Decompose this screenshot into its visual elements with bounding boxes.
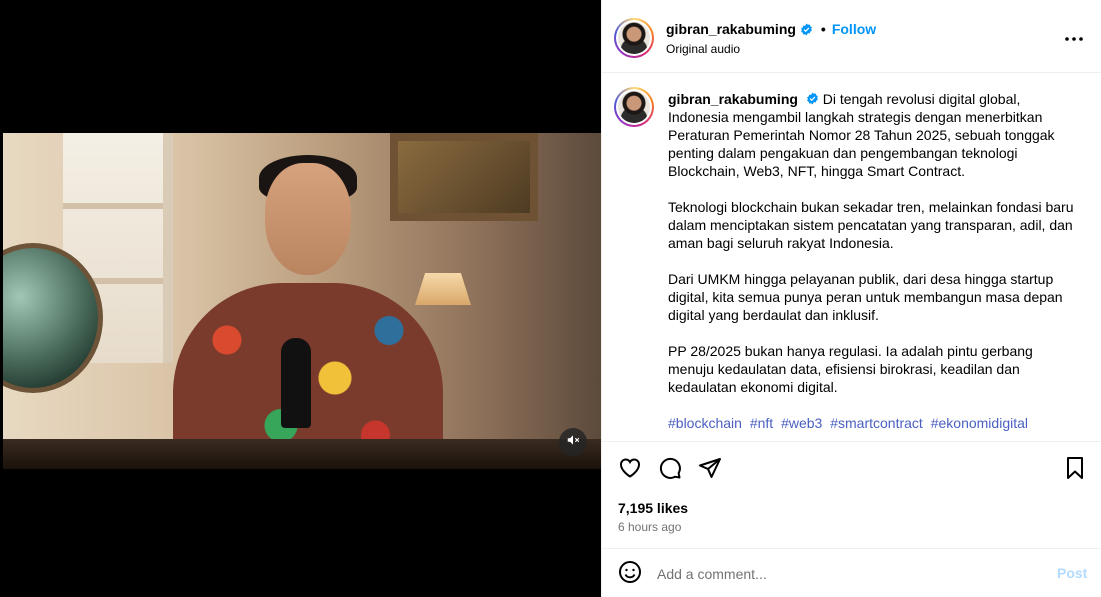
- mute-toggle-button[interactable]: [559, 428, 587, 456]
- username-link[interactable]: gibran_rakabuming: [666, 21, 796, 37]
- caption-paragraph: PP 28/2025 bukan hanya regulasi. Ia adal…: [668, 343, 1033, 395]
- bookmark-icon: [1064, 456, 1086, 485]
- share-button[interactable]: [697, 457, 723, 483]
- hashtag-link[interactable]: #smartcontract: [830, 415, 923, 431]
- like-button[interactable]: [617, 457, 643, 483]
- video-player[interactable]: [3, 133, 601, 469]
- likes-count[interactable]: 7,195 likes: [618, 500, 688, 516]
- caption-paragraph: gibran_rakabuming Di tengah revolusi dig…: [668, 90, 1078, 180]
- caption-paragraph: Teknologi blockchain bukan sekadar tren,…: [668, 199, 1074, 251]
- post-side-panel: gibran_rakabuming • Follow Original audi…: [601, 0, 1101, 597]
- caption-username[interactable]: gibran_rakabuming: [668, 91, 798, 107]
- video-scene-lamp: [415, 273, 471, 305]
- hashtag-link[interactable]: #blockchain: [668, 415, 742, 431]
- more-options-icon: [1065, 28, 1083, 46]
- post-actions: 7,195 likes 6 hours ago: [602, 441, 1101, 553]
- muted-speaker-icon: [566, 433, 580, 452]
- comment-button[interactable]: [657, 457, 683, 483]
- comment-bubble-icon: [658, 456, 682, 485]
- follow-button[interactable]: Follow: [832, 21, 876, 37]
- caption-text: gibran_rakabuming Di tengah revolusi dig…: [668, 90, 1078, 440]
- separator-dot: •: [820, 21, 826, 37]
- verified-badge-icon: [806, 92, 819, 105]
- video-scene-painting: [390, 133, 538, 221]
- hashtag-link[interactable]: #web3: [781, 415, 822, 431]
- heart-icon: [618, 456, 642, 485]
- video-scene-desk: [3, 439, 601, 469]
- hashtag-list: #blockchain #nft #web3 #smartcontract #e…: [668, 414, 1078, 432]
- video-scene-face: [265, 163, 351, 275]
- caption-section: gibran_rakabuming Di tengah revolusi dig…: [602, 74, 1101, 440]
- post-header: gibran_rakabuming • Follow Original audi…: [602, 0, 1101, 73]
- hashtag-link[interactable]: #nft: [750, 415, 773, 431]
- video-scene-microphone: [281, 338, 311, 428]
- comment-bar: Post: [602, 548, 1101, 597]
- hashtag-link[interactable]: #ekonomidigital: [931, 415, 1028, 431]
- post-comment-button[interactable]: Post: [1057, 565, 1087, 581]
- emoji-icon: [618, 560, 642, 589]
- comment-input[interactable]: [657, 563, 1037, 585]
- more-options-button[interactable]: [1062, 28, 1086, 46]
- verified-badge-icon: [800, 23, 813, 36]
- post-media: [0, 0, 601, 597]
- avatar[interactable]: [614, 87, 654, 127]
- post-timestamp[interactable]: 6 hours ago: [618, 520, 681, 534]
- original-audio-link[interactable]: Original audio: [666, 42, 740, 56]
- emoji-button[interactable]: [617, 560, 643, 589]
- paper-plane-icon: [698, 456, 722, 485]
- caption-paragraph: Dari UMKM hingga pelayanan publik, dari …: [668, 271, 1063, 323]
- save-button[interactable]: [1062, 456, 1088, 485]
- header-user-row: gibran_rakabuming • Follow: [666, 21, 876, 37]
- avatar[interactable]: [614, 18, 654, 58]
